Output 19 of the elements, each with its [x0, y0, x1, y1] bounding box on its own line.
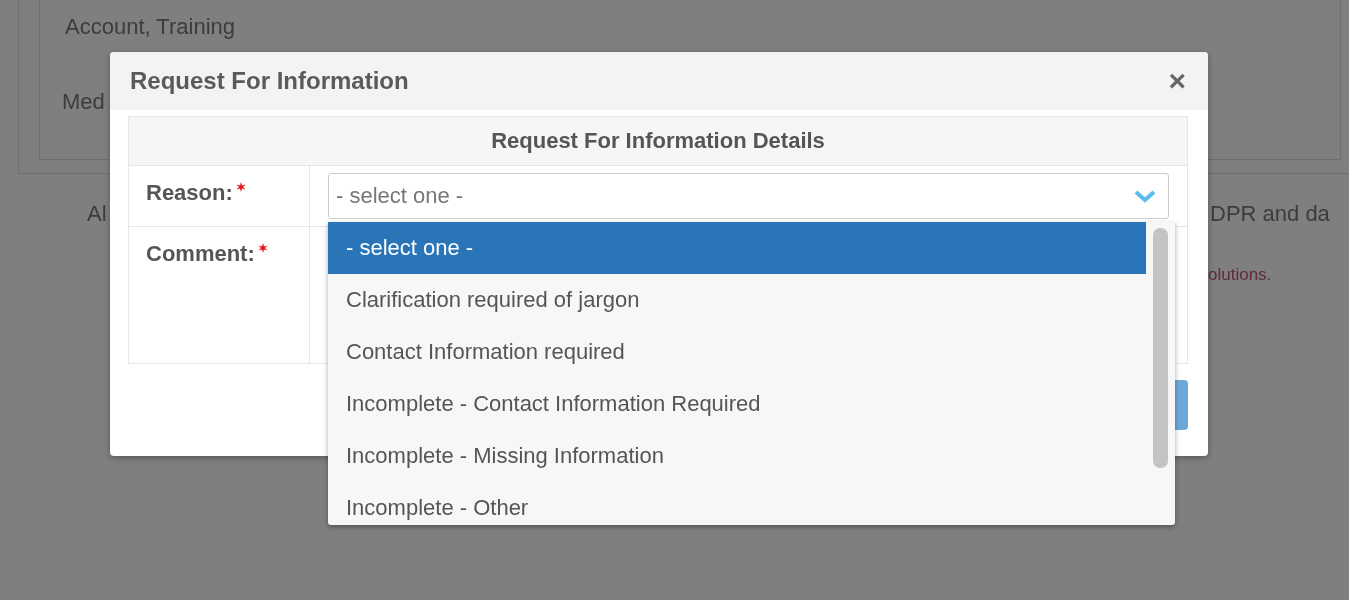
table-heading: Request For Information Details — [129, 117, 1187, 166]
notice-text: olutions. — [1208, 265, 1272, 285]
field-label: Reason: — [146, 180, 233, 206]
dropdown-option[interactable]: Clarification required of jargon — [328, 274, 1146, 326]
chevron-down-icon — [1134, 189, 1156, 203]
field-label: Med — [62, 89, 105, 115]
dropdown-option[interactable]: Incomplete - Missing Information — [328, 430, 1146, 482]
paragraph-text: DPR and da — [1210, 201, 1330, 227]
scrollbar-thumb[interactable] — [1153, 228, 1168, 468]
modal-title: Request For Information — [130, 67, 409, 95]
dropdown-option[interactable]: - select one - — [328, 222, 1146, 274]
dropdown-option[interactable]: Incomplete - Other — [328, 482, 1146, 525]
dropdown-option[interactable]: Incomplete - Contact Information Required — [328, 378, 1146, 430]
category-text: Account, Training — [65, 14, 235, 40]
field-label: Comment: — [146, 241, 255, 267]
close-button[interactable]: × — [1168, 66, 1186, 96]
paragraph-text: Al — [87, 201, 107, 227]
dropdown-option[interactable]: Contact Information required — [328, 326, 1146, 378]
reason-select[interactable]: - select one - — [328, 173, 1169, 219]
